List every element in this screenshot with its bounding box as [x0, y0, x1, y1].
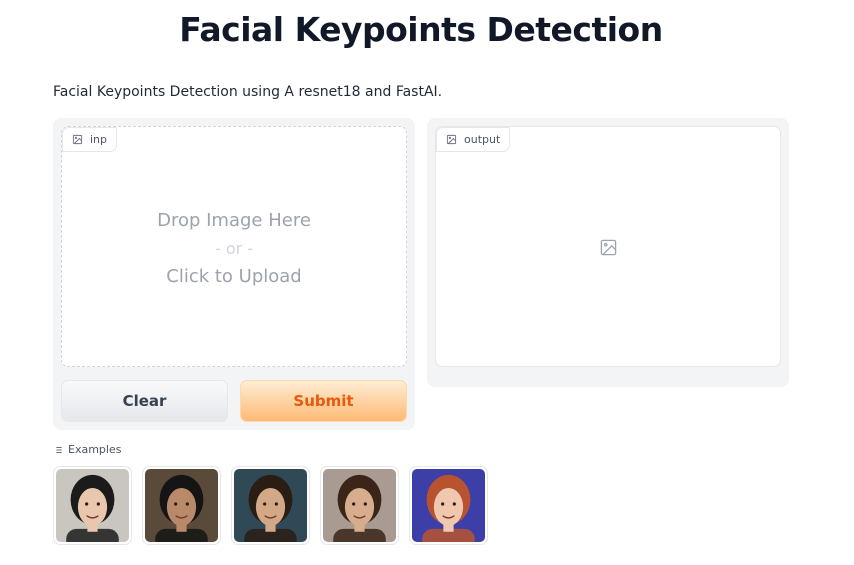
- app-page: Facial Keypoints Detection Facial Keypoi…: [0, 0, 854, 565]
- input-label-badge: inp: [62, 127, 118, 152]
- image-icon: [72, 134, 83, 145]
- page-title: Facial Keypoints Detection: [179, 10, 663, 49]
- image-icon: [446, 134, 457, 145]
- drop-or-separator: - or -: [214, 239, 254, 258]
- clear-button[interactable]: Clear: [61, 380, 228, 422]
- example-thumbnail[interactable]: [320, 466, 399, 545]
- drop-line-2: Click to Upload: [166, 266, 302, 287]
- example-image: [56, 469, 129, 542]
- image-upload-dropzone[interactable]: inp Drop Image Here - or - Click to Uplo…: [61, 126, 407, 367]
- drop-instructions: Drop Image Here - or - Click to Upload: [62, 207, 406, 291]
- examples-gallery: [53, 466, 488, 545]
- output-label-badge: output: [436, 127, 511, 152]
- example-thumbnail[interactable]: [53, 466, 132, 545]
- example-image: [234, 469, 307, 542]
- example-image: [145, 469, 218, 542]
- list-icon: [54, 446, 62, 453]
- example-thumbnail[interactable]: [231, 466, 310, 545]
- example-thumbnail[interactable]: [409, 466, 488, 545]
- output-image-area: output: [435, 126, 781, 367]
- example-image: [412, 469, 485, 542]
- drop-line-1: Drop Image Here: [157, 210, 311, 231]
- output-label: output: [464, 133, 501, 146]
- submit-button[interactable]: Submit: [240, 380, 407, 422]
- output-panel: output: [427, 118, 789, 387]
- input-label: inp: [90, 133, 108, 146]
- examples-label: Examples: [68, 443, 122, 456]
- example-thumbnail[interactable]: [142, 466, 221, 545]
- example-image: [323, 469, 396, 542]
- image-placeholder-icon: [600, 239, 617, 256]
- page-description: Facial Keypoints Detection using A resne…: [53, 84, 443, 100]
- input-panel: inp Drop Image Here - or - Click to Uplo…: [53, 118, 415, 430]
- examples-header: Examples: [53, 443, 121, 456]
